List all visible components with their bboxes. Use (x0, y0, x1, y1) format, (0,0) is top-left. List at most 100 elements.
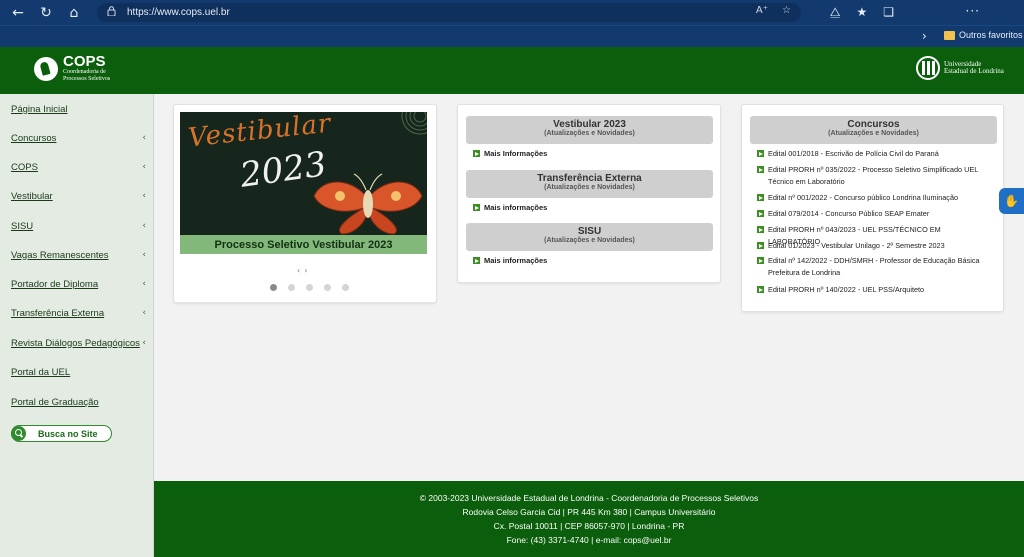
concurso-item[interactable]: Edital 01/2023 - Vestibular Unilago - 2º… (757, 240, 993, 252)
sidebar-item-label[interactable]: Vestibular (11, 191, 53, 202)
url-text[interactable]: https://www.cops.uel.br (127, 7, 230, 18)
sidebar-item-portador-de-diploma[interactable]: Portador de Diploma ‹ (11, 276, 146, 292)
home-icon[interactable]: ⌂ (60, 0, 88, 25)
concurso-item[interactable]: Edital 001/2018 - Escrivão de Polícia Ci… (757, 148, 993, 160)
carousel-dot[interactable] (288, 284, 295, 291)
favorites-icon[interactable]: ★ (856, 5, 867, 20)
chevron-left-icon[interactable]: ‹ (142, 308, 146, 318)
sign-language-icon: ✋ (1004, 194, 1019, 208)
concurso-item-label[interactable]: Edital nº 001/2022 - Concurso público Lo… (768, 192, 958, 204)
sidebar-item-pagina-inicial[interactable]: Página Inicial (11, 101, 146, 117)
accessibility-button[interactable]: ✋ (999, 188, 1024, 214)
more-info-label[interactable]: Mais informações (484, 203, 547, 212)
concurso-item[interactable]: Edital PRORH nº 035/2022 - Processo Sele… (757, 164, 993, 188)
concurso-item-label[interactable]: Edital 001/2018 - Escrivão de Polícia Ci… (768, 148, 939, 160)
favorite-add-icon[interactable]: ☆ (782, 5, 791, 16)
sidebar-item-cops[interactable]: COPS ‹ (11, 159, 146, 175)
play-bullet-icon (757, 210, 764, 217)
uel-logo[interactable]: Universidade Estadual de Londrina (916, 56, 1004, 80)
cops-logo-subtitle-2: Processos Seletivos (63, 76, 111, 82)
read-aloud-icon[interactable]: A⁺ (756, 5, 768, 16)
sidebar-item-transferencia-externa[interactable]: Transferência Externa ‹ (11, 305, 146, 321)
cops-logo[interactable]: COPS Coordenadoria de Processos Seletivo… (34, 53, 111, 83)
back-arrow-icon[interactable]: ← (4, 0, 32, 25)
more-info-link-transferencia[interactable]: Mais informações (473, 203, 547, 212)
footer-copyright: © 2003-2023 Universidade Estadual de Lon… (419, 493, 759, 503)
chevron-left-icon[interactable]: ‹ (142, 162, 146, 172)
more-info-label[interactable]: Mais informações (484, 256, 547, 265)
concurso-item-label[interactable]: Edital 079/2014 - Concurso Público SEAP … (768, 208, 929, 220)
play-bullet-icon (757, 166, 764, 173)
sidebar-item-label[interactable]: COPS (11, 162, 38, 173)
chevron-right-icon[interactable]: › (922, 29, 927, 43)
sidebar-item-portal-da-uel[interactable]: Portal da UEL (11, 364, 146, 380)
sidebar-item-vagas-remanescentes[interactable]: Vagas Remanescentes ‹ (11, 247, 146, 263)
favorites-folder[interactable]: Outros favoritos (944, 30, 1023, 40)
section-title: Concursos (847, 119, 900, 130)
lock-icon[interactable] (107, 6, 121, 19)
site-search-button[interactable]: Busca no Site (11, 425, 112, 442)
concurso-item[interactable]: Edital nº 142/2022 - DDH/SMRH - Professo… (757, 255, 993, 279)
sidebar-item-label[interactable]: Concursos (11, 133, 56, 144)
refresh-icon[interactable]: ↻ (32, 0, 60, 25)
section-title: SISU (577, 226, 602, 237)
concurso-item-label[interactable]: Edital nº 142/2022 - DDH/SMRH - Professo… (768, 255, 993, 279)
chevron-left-icon[interactable]: ‹ (142, 133, 146, 143)
moth-illustration (313, 173, 423, 235)
sidebar-item-concursos[interactable]: Concursos ‹ (11, 130, 146, 146)
more-info-label[interactable]: Mais Informações (484, 149, 547, 158)
sidebar-item-vestibular[interactable]: Vestibular ‹ (11, 188, 146, 204)
concurso-item[interactable]: Edital PRORH nº 140/2022 - UEL PSS/Arqui… (757, 284, 993, 296)
concurso-item[interactable]: Edital 079/2014 - Concurso Público SEAP … (757, 208, 993, 220)
play-bullet-icon (473, 150, 480, 157)
more-info-link-sisu[interactable]: Mais informações (473, 256, 547, 265)
sidebar-item-sisu[interactable]: SISU ‹ (11, 218, 146, 234)
carousel-next-icon[interactable]: › (304, 266, 311, 275)
chevron-left-icon[interactable]: ‹ (142, 279, 146, 289)
section-header-concursos: Concursos (Atualizações e Novidades) (750, 116, 997, 144)
play-bullet-icon (757, 150, 764, 157)
favorites-bar: › Outros favoritos (0, 25, 1024, 47)
sidebar-item-label[interactable]: SISU (11, 221, 33, 232)
carousel-arrows[interactable]: ‹› (297, 266, 311, 275)
footer-contact: Fone: (43) 3371-4740 | e-mail: cops@uel.… (506, 535, 672, 545)
carousel-dot[interactable] (324, 284, 331, 291)
concurso-item-label[interactable]: Edital 01/2023 - Vestibular Unilago - 2º… (768, 240, 945, 252)
decorative-rings (401, 112, 427, 135)
site-footer: © 2003-2023 Universidade Estadual de Lon… (154, 481, 1024, 557)
sidebar-menu: Página Inicial Concursos ‹ COPS ‹ Vestib… (0, 94, 154, 557)
more-info-link-vestibular[interactable]: Mais Informações (473, 149, 547, 158)
chevron-left-icon[interactable]: ‹ (142, 191, 146, 201)
site-header: COPS Coordenadoria de Processos Seletivo… (0, 47, 1024, 94)
sidebar-item-label[interactable]: Portal da UEL (11, 367, 70, 378)
sidebar-item-portal-de-graduacao[interactable]: Portal de Graduação (11, 394, 146, 410)
collections-icon[interactable]: ❏ (883, 5, 894, 20)
banner-caption[interactable]: Processo Seletivo Vestibular 2023 (180, 235, 427, 254)
concurso-item-label[interactable]: Edital PRORH nº 140/2022 - UEL PSS/Arqui… (768, 284, 924, 296)
more-icon[interactable]: ··· (966, 4, 980, 18)
sidebar-item-label[interactable]: Portal de Graduação (11, 397, 99, 408)
vestibular-banner-image[interactable]: Vestibular 2023 (180, 112, 427, 254)
chevron-left-icon[interactable]: ‹ (142, 250, 146, 260)
cops-logo-name: COPS (63, 53, 106, 70)
sidebar-item-label[interactable]: Portador de Diploma (11, 279, 98, 290)
sidebar-item-label[interactable]: Revista Diálogos Pedagógicos (11, 338, 140, 349)
carousel-dot[interactable] (342, 284, 349, 291)
concurso-item[interactable]: Edital nº 001/2022 - Concurso público Lo… (757, 192, 993, 204)
sidebar-item-revista-dialogos-pedagogicos[interactable]: Revista Diálogos Pedagógicos ‹ (11, 335, 146, 351)
folder-icon (944, 30, 955, 40)
address-bar[interactable]: https://www.cops.uel.br A⁺ ☆ (97, 3, 801, 22)
sidebar-item-label[interactable]: Transferência Externa (11, 308, 104, 319)
concurso-item-label[interactable]: Edital PRORH nº 035/2022 - Processo Sele… (768, 164, 993, 188)
play-bullet-icon (473, 257, 480, 264)
chevron-left-icon[interactable]: ‹ (142, 338, 146, 348)
play-bullet-icon (473, 204, 480, 211)
section-subtitle: (Atualizações e Novidades) (828, 130, 919, 137)
carousel-dot[interactable] (306, 284, 313, 291)
sidebar-item-label[interactable]: Vagas Remanescentes (11, 250, 109, 261)
sidebar-item-label[interactable]: Página Inicial (11, 104, 68, 115)
carousel-dot[interactable] (270, 284, 277, 291)
extensions-icon[interactable]: ⧋ (830, 5, 841, 20)
chevron-left-icon[interactable]: ‹ (142, 221, 146, 231)
section-title: Transferência Externa (537, 173, 642, 184)
